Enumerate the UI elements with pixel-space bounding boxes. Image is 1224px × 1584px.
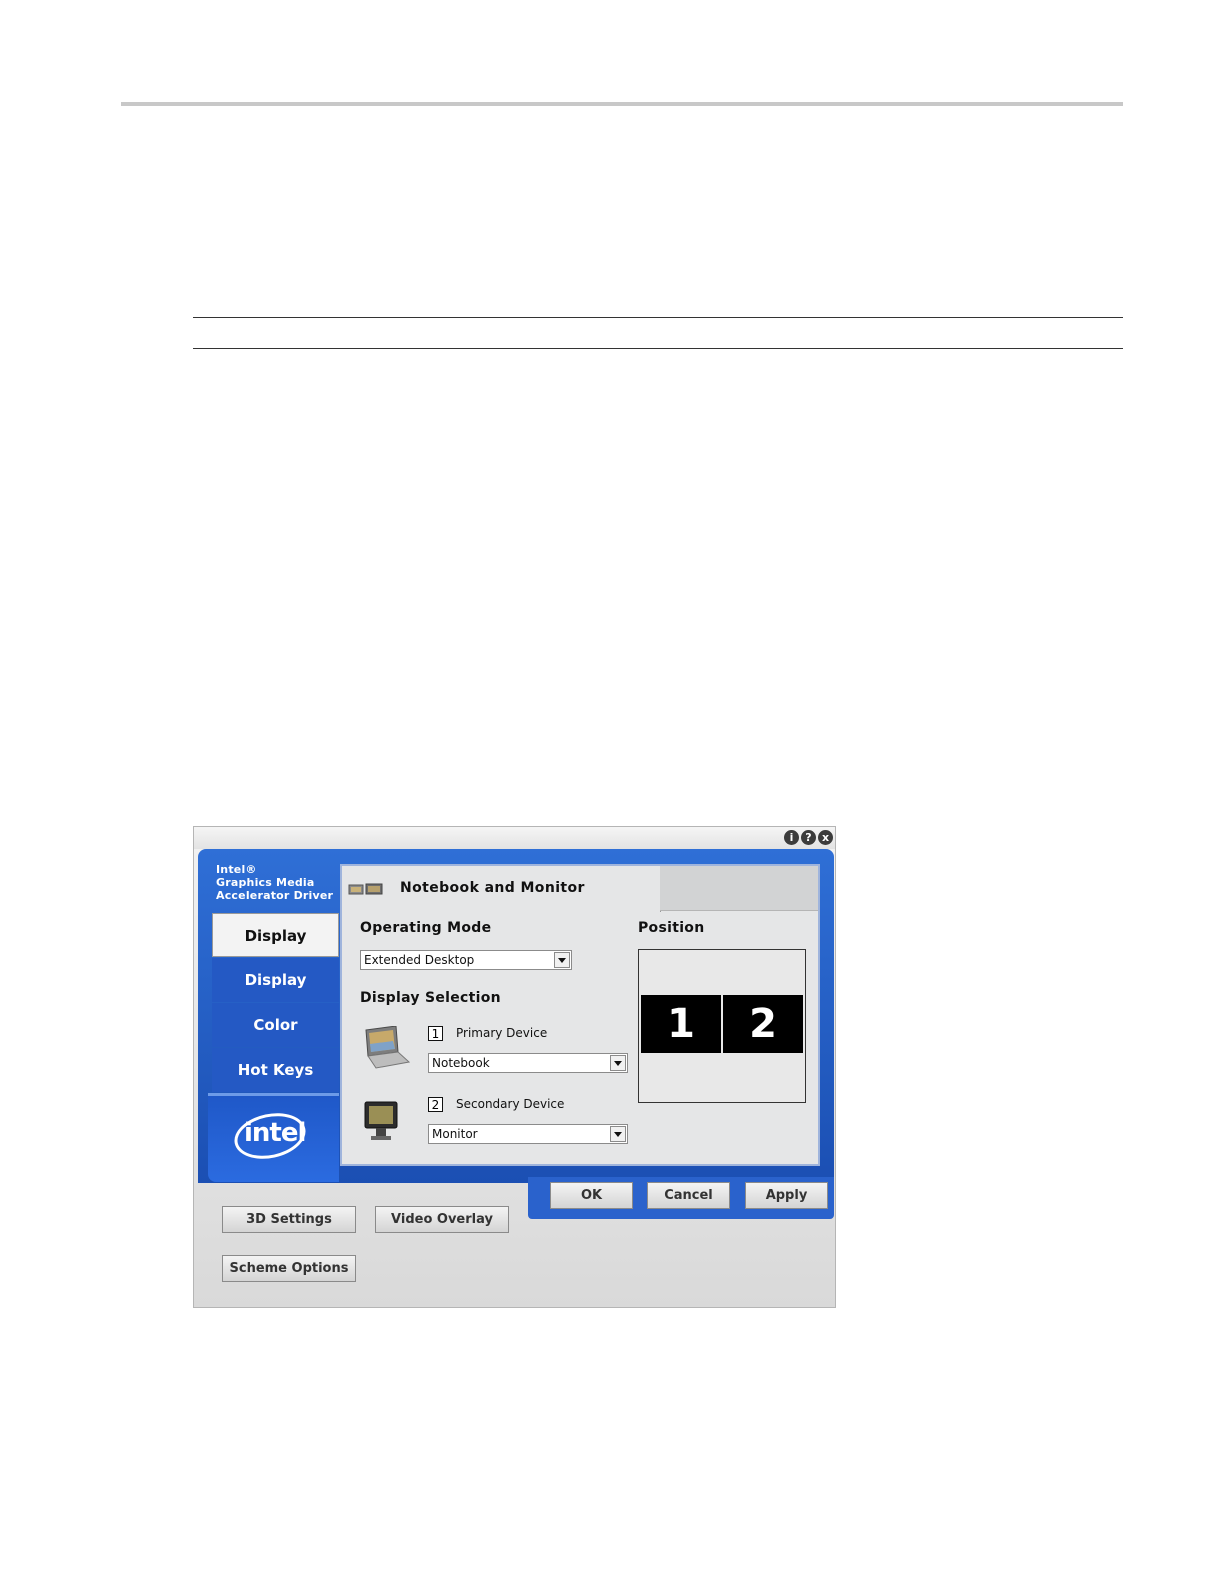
sidebar-item-hot-keys[interactable]: Hot Keys <box>212 1048 339 1092</box>
chevron-down-icon[interactable] <box>610 1055 626 1071</box>
secondary-device-number: 2 <box>428 1097 443 1112</box>
display-devices-panel: Notebook and Monitor Operating Mode Exte… <box>340 864 820 1166</box>
sidebar-item-color-correction[interactable]: Color Correction <box>212 1003 339 1078</box>
chevron-down-icon[interactable] <box>554 952 570 968</box>
chevron-down-icon[interactable] <box>610 1126 626 1142</box>
panel-title: Notebook and Monitor <box>400 880 585 896</box>
operating-mode-value: Extended Desktop <box>364 953 475 967</box>
close-icon[interactable]: x <box>818 830 833 845</box>
apply-button[interactable]: Apply <box>745 1182 828 1209</box>
intel-logo-area: intel <box>208 1093 339 1182</box>
brand-line1: Intel® <box>216 863 257 876</box>
brand-text: Intel® Graphics Media Accelerator Driver <box>216 863 333 902</box>
panel-tab[interactable]: Notebook and Monitor <box>342 866 661 912</box>
sidebar-item-display-devices[interactable]: Display Devices <box>212 913 339 989</box>
tab-strip-empty <box>660 866 818 911</box>
scheme-options-button[interactable]: Scheme Options <box>222 1255 356 1282</box>
table-rule-bottom <box>193 348 1123 349</box>
secondary-device-label: Secondary Device <box>456 1097 565 1111</box>
display-selection-label: Display Selection <box>360 990 501 1006</box>
position-monitor-1[interactable]: 1 <box>641 995 721 1053</box>
position-label: Position <box>638 920 705 936</box>
video-overlay-button[interactable]: Video Overlay <box>375 1206 509 1233</box>
primary-device-select[interactable]: Notebook <box>428 1053 628 1073</box>
info-icon[interactable]: i <box>784 830 799 845</box>
notebook-icon <box>365 1026 410 1069</box>
brand-line2: Graphics Media <box>216 876 315 889</box>
sidebar: Intel® Graphics Media Accelerator Driver… <box>200 853 339 1182</box>
table-rule-top <box>193 317 1123 318</box>
operating-mode-select[interactable]: Extended Desktop <box>360 950 572 970</box>
brand-line3: Accelerator Driver <box>216 889 334 902</box>
page-header-rule <box>121 102 1123 106</box>
operating-mode-label: Operating Mode <box>360 920 492 936</box>
position-preview: 1 2 <box>638 949 806 1103</box>
intel-logo: intel <box>244 1118 306 1148</box>
primary-device-number: 1 <box>428 1026 443 1041</box>
3d-settings-button[interactable]: 3D Settings <box>222 1206 356 1233</box>
help-icon[interactable]: ? <box>801 830 816 845</box>
notebook-monitor-icon <box>348 883 383 895</box>
monitor-icon <box>364 1101 398 1140</box>
intel-gma-window: i ? x Intel® Graphics Media Accelerator … <box>193 826 836 1308</box>
position-monitor-2[interactable]: 2 <box>723 995 803 1053</box>
primary-device-label: Primary Device <box>456 1026 548 1040</box>
ok-button[interactable]: OK <box>550 1182 633 1209</box>
primary-device-value: Notebook <box>432 1056 490 1070</box>
secondary-device-select[interactable]: Monitor <box>428 1124 628 1144</box>
secondary-device-value: Monitor <box>432 1127 478 1141</box>
cancel-button[interactable]: Cancel <box>647 1182 730 1209</box>
title-bar: i ? x <box>194 827 835 849</box>
sidebar-item-display-settings[interactable]: Display Settings <box>212 958 339 1033</box>
